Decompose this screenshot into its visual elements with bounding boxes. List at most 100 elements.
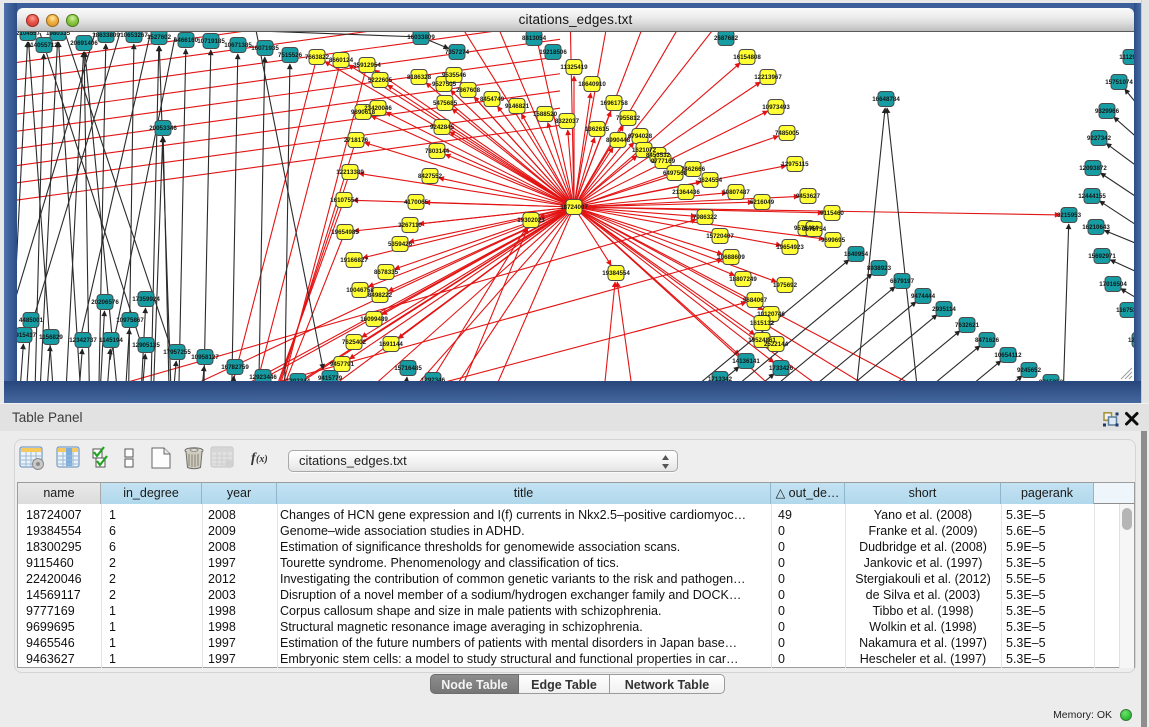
svg-text:18807249: 18807249 <box>729 276 757 283</box>
svg-text:9415779: 9415779 <box>318 375 343 381</box>
svg-text:7955812: 7955812 <box>616 115 641 122</box>
svg-text:9527505: 9527505 <box>432 81 457 88</box>
svg-text:9453627: 9453627 <box>796 193 821 200</box>
svg-text:7515526: 7515526 <box>278 52 303 59</box>
svg-text:16099489: 16099489 <box>360 316 388 323</box>
svg-text:1615132: 1615132 <box>750 320 775 327</box>
svg-text:10719185: 10719185 <box>197 38 225 45</box>
svg-text:9535546: 9535546 <box>442 72 467 79</box>
svg-text:7803144: 7803144 <box>425 148 450 155</box>
svg-text:1713342: 1713342 <box>708 376 733 381</box>
svg-text:7986322: 7986322 <box>693 214 718 221</box>
svg-text:16961758: 16961758 <box>600 100 628 107</box>
svg-text:7632621: 7632621 <box>955 322 980 329</box>
svg-text:18633809: 18633809 <box>92 32 120 39</box>
svg-text:1292346: 1292346 <box>421 377 446 381</box>
svg-text:8813054: 8813054 <box>522 35 547 42</box>
svg-text:6794028: 6794028 <box>628 133 653 140</box>
svg-text:2687682: 2687682 <box>714 35 739 42</box>
svg-text:2522144: 2522144 <box>764 341 789 348</box>
svg-text:8990448: 8990448 <box>606 137 631 144</box>
svg-text:7485005: 7485005 <box>775 130 800 137</box>
svg-text:19302023: 19302023 <box>517 217 545 224</box>
svg-text:9146821: 9146821 <box>505 103 530 110</box>
svg-text:8186328: 8186328 <box>407 74 432 81</box>
svg-text:6216049: 6216049 <box>750 199 775 206</box>
svg-text:11325419: 11325419 <box>560 64 588 71</box>
svg-text:15751074: 15751074 <box>1105 79 1133 86</box>
svg-text:8471626: 8471626 <box>975 337 1000 344</box>
svg-text:20691406: 20691406 <box>70 40 98 47</box>
svg-text:3267110: 3267110 <box>398 222 422 229</box>
svg-text:19654923: 19654923 <box>776 244 804 251</box>
svg-text:9715952: 9715952 <box>1039 379 1064 381</box>
svg-text:9684067: 9684067 <box>743 297 768 304</box>
svg-text:12213967: 12213967 <box>754 74 782 81</box>
svg-text:6466160: 6466160 <box>174 37 199 44</box>
svg-text:10958127: 10958127 <box>191 354 219 361</box>
svg-text:1156829: 1156829 <box>39 334 63 341</box>
svg-text:1588520: 1588520 <box>533 111 558 118</box>
svg-text:2867608: 2867608 <box>456 87 481 94</box>
svg-text:15692971: 15692971 <box>1088 253 1116 260</box>
svg-text:10688609: 10688609 <box>717 254 745 261</box>
svg-text:5359426: 5359426 <box>388 241 413 248</box>
svg-text:7357274: 7357274 <box>445 49 470 56</box>
svg-text:19218506: 19218506 <box>539 49 567 56</box>
svg-text:1203405: 1203405 <box>1128 337 1134 344</box>
svg-text:3624554: 3624554 <box>698 177 723 184</box>
svg-text:15720407: 15720407 <box>706 233 734 240</box>
svg-text:16071935: 16071935 <box>251 45 279 52</box>
svg-text:16782759: 16782759 <box>221 364 249 371</box>
svg-text:9115460: 9115460 <box>820 210 844 217</box>
svg-text:16107554: 16107554 <box>330 197 358 204</box>
svg-text:8322037: 8322037 <box>555 118 580 125</box>
svg-text:2104557: 2104557 <box>17 32 41 37</box>
svg-text:12923446: 12923446 <box>249 374 277 381</box>
svg-text:4170065: 4170065 <box>404 199 429 206</box>
svg-text:1292344: 1292344 <box>286 378 311 381</box>
svg-text:18724007: 18724007 <box>560 204 588 211</box>
svg-text:9457791: 9457791 <box>330 361 355 368</box>
svg-text:35912954: 35912954 <box>353 62 381 69</box>
svg-text:9329966: 9329966 <box>1095 108 1120 115</box>
svg-text:12093872: 12093872 <box>1079 165 1107 172</box>
svg-text:10807487: 10807487 <box>722 189 750 196</box>
svg-text:10120746: 10120746 <box>757 311 785 318</box>
svg-text:7625402: 7625402 <box>342 339 367 346</box>
svg-text:10671385: 10671385 <box>224 42 252 49</box>
svg-text:1640954: 1640954 <box>844 251 869 258</box>
svg-text:16033809: 16033809 <box>407 34 435 41</box>
svg-text:3215953: 3215953 <box>1057 212 1082 219</box>
svg-text:23420046: 23420046 <box>364 105 392 112</box>
svg-text:9227342: 9227342 <box>1087 135 1112 142</box>
svg-text:17359924: 17359924 <box>132 296 160 303</box>
svg-text:10975867: 10975867 <box>116 317 144 324</box>
svg-text:12444155: 12444155 <box>1078 193 1106 200</box>
svg-text:10653267: 10653267 <box>120 32 148 39</box>
svg-text:5222605: 5222605 <box>368 77 393 84</box>
svg-text:2935114: 2935114 <box>932 306 956 313</box>
svg-text:1980335: 1980335 <box>46 32 71 37</box>
svg-text:8498222: 8498222 <box>368 292 393 299</box>
svg-text:2718176: 2718176 <box>344 137 369 144</box>
svg-text:9575754: 9575754 <box>802 226 827 233</box>
svg-text:20053346: 20053346 <box>149 125 177 132</box>
svg-text:18640910: 18640910 <box>578 81 606 88</box>
svg-text:9245652: 9245652 <box>1017 367 1042 374</box>
svg-text:10654112: 10654112 <box>994 352 1022 359</box>
svg-text:3915417: 3915417 <box>17 332 37 339</box>
svg-text:(x): (x) <box>256 454 268 465</box>
svg-text:8678335: 8678335 <box>374 269 399 276</box>
svg-text:1691144: 1691144 <box>379 341 403 348</box>
svg-text:12975115: 12975115 <box>781 161 809 168</box>
svg-text:1362615: 1362615 <box>585 126 610 133</box>
svg-text:16210643: 16210643 <box>1082 224 1110 231</box>
svg-text:16154808: 16154808 <box>733 54 761 61</box>
svg-text:16648784: 16648784 <box>872 96 900 103</box>
svg-text:1733426: 1733426 <box>769 365 794 372</box>
svg-text:9777169: 9777169 <box>651 158 676 165</box>
svg-text:1527602: 1527602 <box>147 34 172 41</box>
svg-text:9242845: 9242845 <box>430 124 455 131</box>
svg-text:17957255: 17957255 <box>163 349 191 356</box>
